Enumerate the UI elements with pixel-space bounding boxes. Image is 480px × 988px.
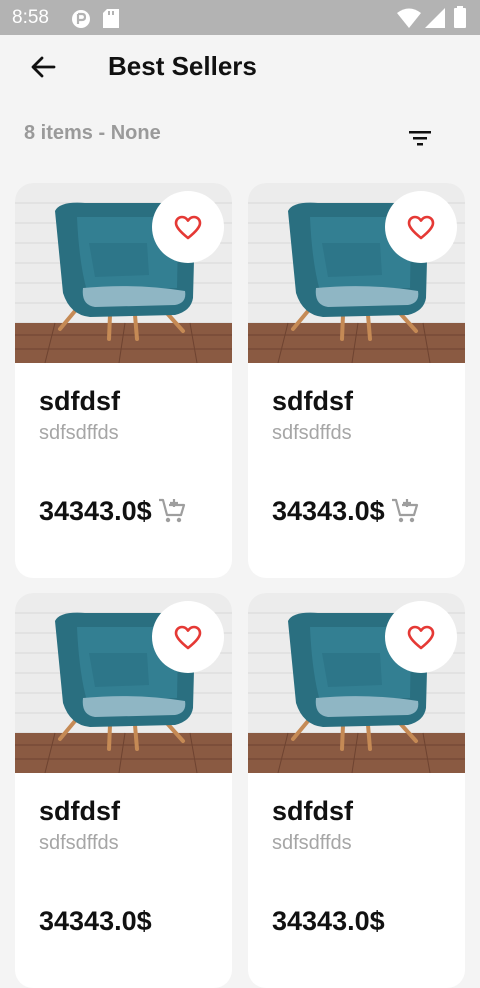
product-price: 34343.0$ — [39, 906, 152, 936]
status-time: 8:58 — [12, 7, 49, 28]
items-summary: 8 items - None — [24, 122, 161, 144]
arrow-left-icon — [31, 56, 56, 78]
wifi-icon — [397, 8, 421, 28]
product-description: sdfsdffds — [39, 832, 119, 854]
product-name: sdfdsf — [272, 796, 353, 826]
product-description: sdfsdffds — [272, 832, 352, 854]
product-name: sdfdsf — [39, 796, 120, 826]
back-button[interactable] — [24, 51, 60, 87]
heart-outline-icon — [174, 625, 202, 650]
page-title: Best Sellers — [108, 51, 257, 81]
product-card[interactable]: sdfdsf sdfsdffds 34343.0$ — [15, 593, 232, 988]
app-bar: Best Sellers — [0, 35, 480, 99]
heart-outline-icon — [174, 215, 202, 240]
product-card[interactable]: sdfdsf sdfsdffds 34343.0$ — [248, 593, 465, 988]
favorite-button[interactable] — [152, 601, 224, 673]
product-description: sdfsdffds — [272, 422, 352, 444]
favorite-button[interactable] — [385, 601, 457, 673]
product-price: 34343.0$ — [39, 496, 152, 526]
product-name: sdfdsf — [39, 386, 120, 416]
notification-app-icon — [72, 10, 90, 28]
product-description: sdfsdffds — [39, 422, 119, 444]
add-to-cart-icon — [159, 498, 186, 523]
product-card[interactable]: sdfdsf sdfsdffds 34343.0$ — [15, 183, 232, 578]
favorite-button[interactable] — [385, 191, 457, 263]
filter-icon — [409, 131, 431, 146]
heart-outline-icon — [407, 215, 435, 240]
signal-icon — [425, 8, 445, 28]
add-to-cart-button[interactable] — [391, 497, 419, 525]
product-price: 34343.0$ — [272, 496, 385, 526]
heart-outline-icon — [407, 625, 435, 650]
sd-card-icon — [103, 9, 119, 28]
battery-icon — [454, 6, 466, 28]
favorite-button[interactable] — [152, 191, 224, 263]
product-name: sdfdsf — [272, 386, 353, 416]
add-to-cart-icon — [392, 498, 419, 523]
add-to-cart-button[interactable] — [158, 497, 186, 525]
status-bar: 8:58 — [0, 0, 480, 35]
product-card[interactable]: sdfdsf sdfsdffds 34343.0$ — [248, 183, 465, 578]
filter-button[interactable] — [404, 124, 436, 152]
product-price: 34343.0$ — [272, 906, 385, 936]
